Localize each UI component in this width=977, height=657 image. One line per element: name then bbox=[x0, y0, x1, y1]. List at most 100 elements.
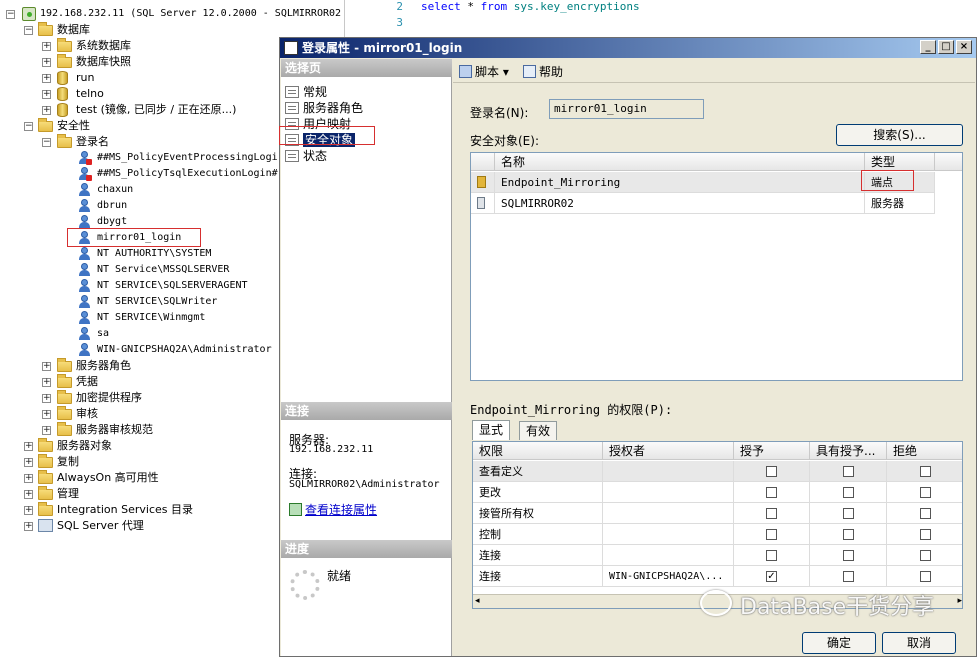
deny-checkbox[interactable] bbox=[919, 550, 931, 561]
expand-icon[interactable]: + bbox=[42, 426, 51, 435]
col-type-header[interactable]: 类型 bbox=[865, 153, 935, 171]
expand-icon[interactable]: + bbox=[42, 106, 51, 115]
page-item[interactable]: 常规 bbox=[285, 84, 327, 100]
securable-name[interactable]: SQLMIRROR02 bbox=[495, 193, 865, 214]
with-grant-checkbox[interactable] bbox=[842, 466, 854, 477]
scroll-left-icon[interactable]: ◂ bbox=[475, 596, 480, 606]
scroll-right-icon[interactable]: ▸ bbox=[957, 596, 962, 606]
server-value: 192.168.232.11 bbox=[289, 444, 374, 455]
grant-cell bbox=[734, 524, 810, 545]
query-editor[interactable]: 2 select * from sys.key_encryptions 3 bbox=[345, 0, 977, 40]
tree-node-label: NT SERVICE\Winmgmt bbox=[97, 312, 206, 323]
cancel-button[interactable]: 取消 bbox=[882, 632, 956, 654]
expand-icon[interactable]: + bbox=[42, 378, 51, 387]
help-button[interactable]: 帮助 bbox=[523, 63, 563, 80]
expand-icon[interactable]: + bbox=[24, 506, 33, 515]
view-connection-link[interactable]: 查看连接属性 bbox=[289, 501, 377, 518]
expand-icon[interactable]: + bbox=[42, 410, 51, 419]
with-grant-checkbox[interactable] bbox=[842, 571, 854, 582]
expand-icon[interactable]: + bbox=[42, 42, 51, 51]
tree-node-label: 复制 bbox=[57, 455, 79, 468]
col-name-header[interactable]: 名称 bbox=[495, 153, 865, 171]
maximize-button[interactable]: □ bbox=[938, 40, 954, 54]
with-grant-checkbox[interactable] bbox=[842, 487, 854, 498]
login-user-icon bbox=[78, 199, 91, 213]
page-item[interactable]: 状态 bbox=[285, 148, 327, 164]
tab-explicit[interactable]: 显式 bbox=[472, 420, 511, 440]
with-grant-checkbox[interactable] bbox=[842, 550, 854, 561]
login-name-label: 登录名(N): bbox=[470, 106, 529, 120]
collapse-icon[interactable]: − bbox=[42, 138, 51, 147]
permission-name[interactable]: 控制 bbox=[473, 524, 603, 545]
grantor-cell[interactable] bbox=[603, 461, 734, 482]
grant-checkbox[interactable] bbox=[766, 466, 777, 477]
login-name-field[interactable]: mirror01_login bbox=[549, 99, 704, 119]
deny-checkbox[interactable] bbox=[919, 571, 931, 582]
col-permission-header[interactable]: 权限 bbox=[473, 442, 603, 460]
col-grant-header[interactable]: 授予 bbox=[734, 442, 810, 460]
with-grant-checkbox[interactable] bbox=[842, 529, 854, 540]
login-user-icon bbox=[78, 183, 91, 197]
col-with-grant-header[interactable]: 具有授予... bbox=[810, 442, 887, 460]
expand-icon[interactable]: + bbox=[42, 394, 51, 403]
login-properties-dialog: 登录属性 - mirror01_login _ □ × 选择页 常规 服务器角色用… bbox=[279, 37, 977, 657]
expand-icon[interactable]: + bbox=[24, 458, 33, 467]
grantor-cell[interactable] bbox=[603, 524, 734, 545]
expand-icon[interactable]: + bbox=[42, 58, 51, 67]
expand-icon[interactable]: + bbox=[42, 74, 51, 83]
collapse-icon[interactable]: − bbox=[6, 10, 15, 19]
page-label: 服务器角色 bbox=[303, 101, 364, 115]
deny-cell bbox=[887, 461, 962, 482]
sql-line[interactable]: select * from sys.key_encryptions bbox=[421, 0, 640, 13]
expand-icon[interactable]: + bbox=[42, 362, 51, 371]
ok-button[interactable]: 确定 bbox=[802, 632, 876, 654]
expand-icon[interactable]: + bbox=[24, 490, 33, 499]
expand-icon[interactable]: + bbox=[24, 522, 33, 531]
close-button[interactable]: × bbox=[956, 40, 972, 54]
expand-icon[interactable]: + bbox=[42, 90, 51, 99]
with-grant-checkbox[interactable] bbox=[842, 508, 854, 519]
permission-name[interactable]: 连接 bbox=[473, 566, 603, 587]
grantor-cell[interactable]: WIN-GNICPSHAQ2A\... bbox=[603, 566, 734, 587]
permission-name[interactable]: 更改 bbox=[473, 482, 603, 503]
with-grant-cell bbox=[810, 461, 887, 482]
grant-checkbox[interactable] bbox=[766, 550, 777, 561]
page-item[interactable]: 服务器角色 bbox=[285, 100, 363, 116]
expand-icon[interactable]: + bbox=[24, 442, 33, 451]
page-icon bbox=[285, 102, 299, 114]
deny-checkbox[interactable] bbox=[919, 466, 931, 477]
grant-checkbox[interactable] bbox=[766, 487, 777, 498]
permission-name[interactable]: 查看定义 bbox=[473, 461, 603, 482]
dialog-titlebar[interactable]: 登录属性 - mirror01_login _ □ × bbox=[280, 38, 976, 58]
grant-checkbox[interactable]: ✓ bbox=[766, 571, 777, 582]
script-label: 脚本 bbox=[475, 65, 500, 79]
collapse-icon[interactable]: − bbox=[24, 26, 33, 35]
securable-name[interactable]: Endpoint_Mirroring bbox=[495, 172, 865, 193]
col-grantor-header[interactable]: 授权者 bbox=[603, 442, 734, 460]
grant-cell bbox=[734, 461, 810, 482]
search-button[interactable]: 搜索(S)... bbox=[836, 124, 963, 146]
script-button[interactable]: 脚本 ▾ bbox=[459, 63, 509, 80]
deny-checkbox[interactable] bbox=[919, 487, 931, 498]
tab-effective[interactable]: 有效 bbox=[519, 421, 558, 440]
grantor-cell[interactable] bbox=[603, 482, 734, 503]
securable-type[interactable]: 服务器 bbox=[865, 193, 935, 214]
securables-label: 安全对象(E): bbox=[470, 134, 539, 148]
tree-node-label: run bbox=[76, 71, 95, 84]
folder-icon bbox=[57, 54, 72, 68]
grant-checkbox[interactable] bbox=[766, 529, 777, 540]
collapse-icon[interactable]: − bbox=[24, 122, 33, 131]
grant-checkbox[interactable] bbox=[766, 508, 777, 519]
grantor-cell[interactable] bbox=[603, 545, 734, 566]
deny-checkbox[interactable] bbox=[919, 508, 931, 519]
pages-header: 选择页 bbox=[281, 59, 452, 77]
permission-name[interactable]: 连接 bbox=[473, 545, 603, 566]
grantor-cell[interactable] bbox=[603, 503, 734, 524]
permissions-grid: 权限 授权者 授予 具有授予... 拒绝 查看定义 更改 接管所有权 控制 连接 连接 WI… bbox=[472, 441, 963, 609]
expand-icon[interactable]: + bbox=[24, 474, 33, 483]
col-deny-header[interactable]: 拒绝 bbox=[887, 442, 962, 460]
minimize-button[interactable]: _ bbox=[920, 40, 936, 54]
permission-name[interactable]: 接管所有权 bbox=[473, 503, 603, 524]
deny-checkbox[interactable] bbox=[919, 529, 931, 540]
connection-header: 连接 bbox=[281, 402, 452, 420]
